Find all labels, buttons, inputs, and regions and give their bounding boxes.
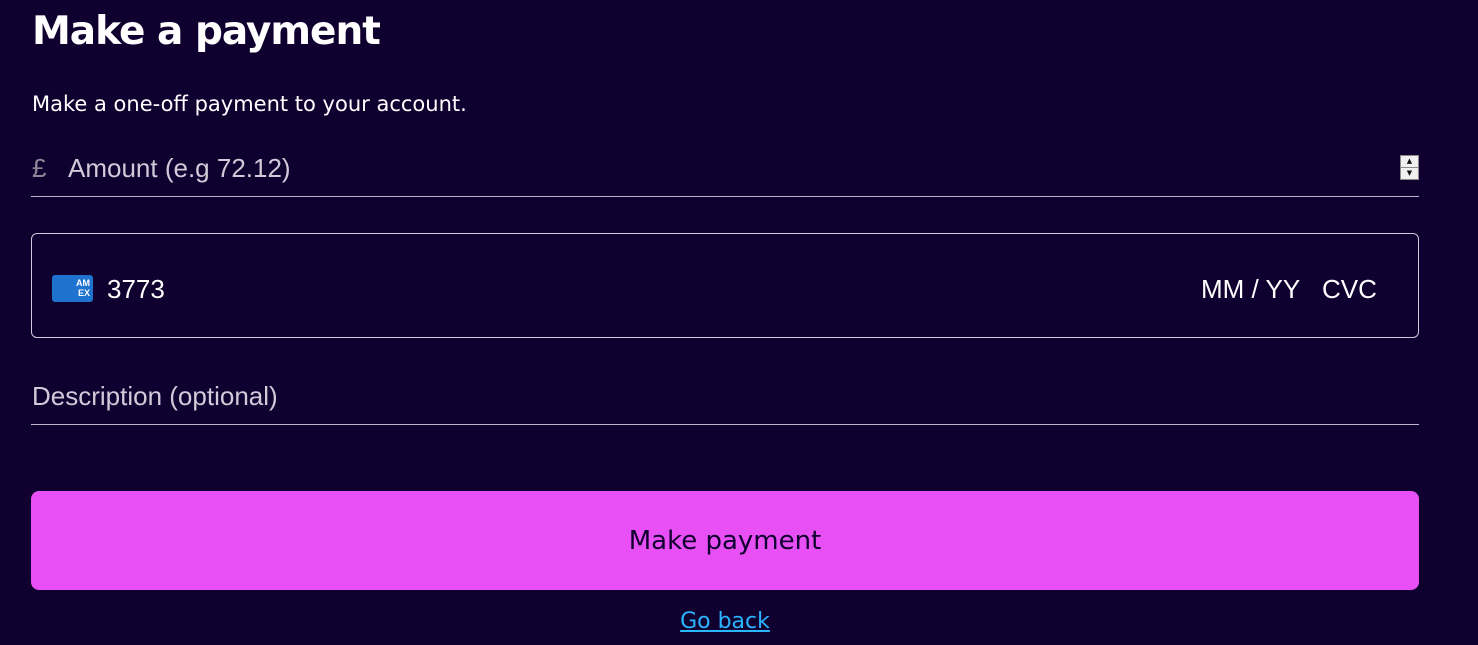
- stepper-up-icon[interactable]: ▲: [1401, 156, 1418, 168]
- page-title: Make a payment: [32, 9, 381, 54]
- description-field: [31, 376, 1419, 425]
- stepper-down-icon[interactable]: ▼: [1401, 168, 1418, 179]
- currency-symbol: £: [32, 153, 47, 183]
- card-cvc-input[interactable]: CVC: [1322, 274, 1377, 305]
- payment-page: Make a payment Make a one-off payment to…: [0, 0, 1478, 645]
- make-payment-button[interactable]: Make payment: [31, 491, 1419, 590]
- amount-input[interactable]: [68, 148, 1388, 188]
- card-expiry-input[interactable]: MM / YY: [1201, 274, 1300, 305]
- page-subtitle: Make a one-off payment to your account.: [32, 92, 467, 116]
- amex-logo-line-2: EX: [77, 288, 90, 298]
- amount-stepper[interactable]: ▲ ▼: [1400, 155, 1419, 180]
- amount-field: £ ▲ ▼: [31, 148, 1419, 197]
- go-back-link[interactable]: Go back: [680, 609, 770, 634]
- description-input[interactable]: [32, 376, 1412, 416]
- go-back-container: Go back: [0, 609, 1450, 634]
- card-details-field[interactable]: AM EX 3773 MM / YY CVC: [31, 233, 1419, 338]
- card-number-input[interactable]: 3773: [107, 274, 165, 305]
- amex-logo-line-1: AM: [76, 278, 90, 288]
- amex-card-icon: AM EX: [52, 275, 93, 302]
